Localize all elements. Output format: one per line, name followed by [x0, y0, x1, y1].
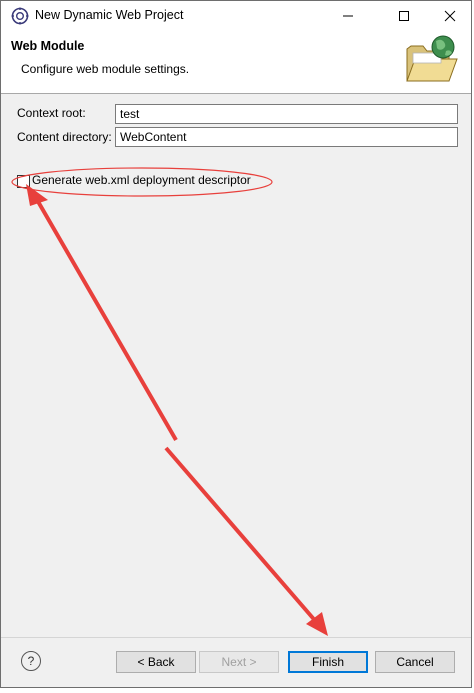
page-description: Configure web module settings. — [21, 62, 190, 76]
minimize-icon — [343, 15, 353, 17]
maximize-icon — [399, 11, 409, 21]
minimize-button[interactable] — [325, 1, 371, 31]
cancel-button[interactable]: Cancel — [375, 651, 455, 673]
generate-web-xml-checkbox[interactable] — [17, 175, 30, 188]
window-title: New Dynamic Web Project — [35, 8, 184, 22]
back-button[interactable]: < Back — [116, 651, 196, 673]
close-button[interactable] — [427, 1, 473, 31]
new-dynamic-web-project-dialog: New Dynamic Web Project Web Module Confi… — [0, 0, 472, 688]
maximize-button[interactable] — [381, 1, 427, 31]
wizard-banner: Web Module Configure web module settings… — [1, 31, 471, 94]
title-bar: New Dynamic Web Project — [1, 1, 471, 31]
folder-globe-icon — [406, 35, 458, 82]
close-icon — [444, 10, 456, 22]
help-button[interactable]: ? — [21, 651, 41, 671]
eclipse-gear-icon — [11, 7, 29, 25]
footer-separator — [1, 637, 471, 638]
context-root-input[interactable]: test — [115, 104, 458, 124]
content-directory-label: Content directory: — [17, 130, 112, 144]
generate-web-xml-label[interactable]: Generate web.xml deployment descriptor — [32, 173, 251, 187]
content-directory-input[interactable]: WebContent — [115, 127, 458, 147]
context-root-label: Context root: — [17, 106, 86, 120]
finish-button[interactable]: Finish — [288, 651, 368, 673]
page-title: Web Module — [11, 39, 85, 53]
next-button[interactable]: Next > — [199, 651, 279, 673]
